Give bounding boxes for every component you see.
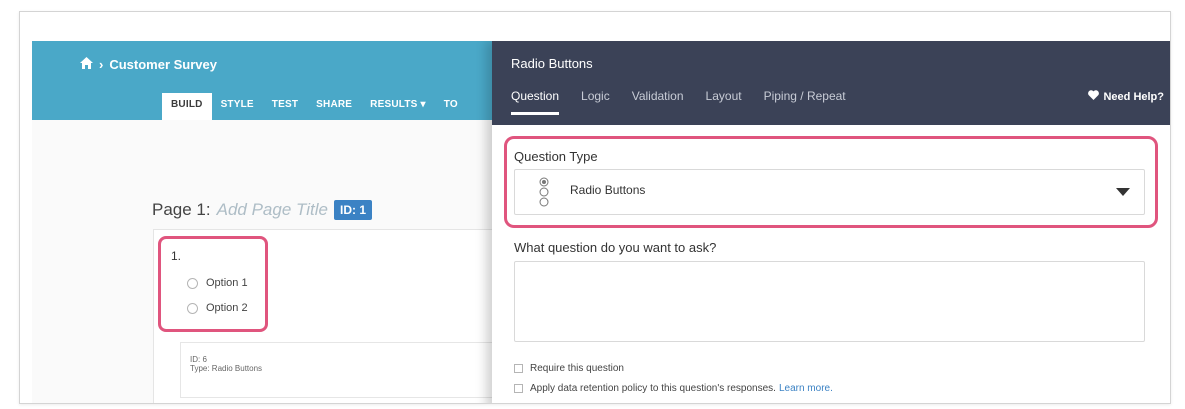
screenshot-frame: › Customer Survey BUILD STYLE TEST SHARE…	[19, 11, 1171, 404]
tab-style[interactable]: STYLE	[212, 93, 263, 120]
tab-piping-repeat[interactable]: Piping / Repeat	[764, 89, 846, 115]
highlight-question-options	[158, 236, 268, 332]
tab-share[interactable]: SHARE	[307, 93, 361, 120]
learn-more-link[interactable]: Learn more.	[779, 383, 833, 394]
question-type: Type: Radio Buttons	[190, 364, 263, 373]
breadcrumb-survey-name[interactable]: Customer Survey	[109, 57, 217, 72]
survey-nav-tabs: BUILD STYLE TEST SHARE RESULTS ▾ TO	[162, 93, 467, 120]
question-id: ID: 6	[190, 355, 207, 364]
need-help-label: Need Help?	[1103, 90, 1164, 103]
survey-header: › Customer Survey BUILD STYLE TEST SHARE…	[32, 41, 502, 120]
tab-logic[interactable]: Logic	[581, 89, 610, 115]
need-help-link[interactable]: Need Help?	[1088, 90, 1164, 103]
survey-app: › Customer Survey BUILD STYLE TEST SHARE…	[32, 41, 1170, 403]
breadcrumb: › Customer Survey	[80, 57, 217, 72]
panel-tabs: Question Logic Validation Layout Piping …	[511, 89, 846, 115]
chevron-right-icon: ›	[99, 57, 104, 72]
panel-title: Radio Buttons	[511, 56, 593, 71]
panel-header: Radio Buttons Question Logic Validation …	[492, 41, 1170, 125]
tab-layout[interactable]: Layout	[706, 89, 742, 115]
tab-validation[interactable]: Validation	[632, 89, 684, 115]
page-label: Page 1:	[152, 200, 211, 219]
tab-test[interactable]: TEST	[263, 93, 307, 120]
question-text-input[interactable]	[514, 261, 1145, 342]
tab-build[interactable]: BUILD	[162, 93, 212, 120]
question-editor-panel: Radio Buttons Question Logic Validation …	[492, 41, 1170, 403]
tab-tools[interactable]: TO	[435, 93, 467, 120]
page-id-badge: ID: 1	[333, 200, 372, 220]
retention-label: Apply data retention policy to this ques…	[530, 383, 776, 394]
tab-results[interactable]: RESULTS ▾	[361, 93, 435, 120]
data-retention-option[interactable]: Apply data retention policy to this ques…	[514, 383, 833, 394]
question-info-box: ID: 6 Type: Radio Buttons	[180, 342, 512, 398]
require-question-option[interactable]: Require this question	[514, 363, 624, 374]
home-icon[interactable]	[80, 57, 93, 72]
page-title-placeholder[interactable]: Add Page Title	[217, 200, 328, 220]
highlight-question-type	[504, 136, 1158, 228]
require-checkbox[interactable]	[514, 364, 523, 373]
heart-icon	[1088, 90, 1100, 103]
tab-question[interactable]: Question	[511, 89, 560, 115]
question-text-label: What question do you want to ask?	[514, 240, 717, 255]
page-title: Page 1: Add Page Title ID: 1	[152, 200, 372, 220]
retention-checkbox[interactable]	[514, 384, 523, 393]
require-label: Require this question	[530, 363, 624, 374]
